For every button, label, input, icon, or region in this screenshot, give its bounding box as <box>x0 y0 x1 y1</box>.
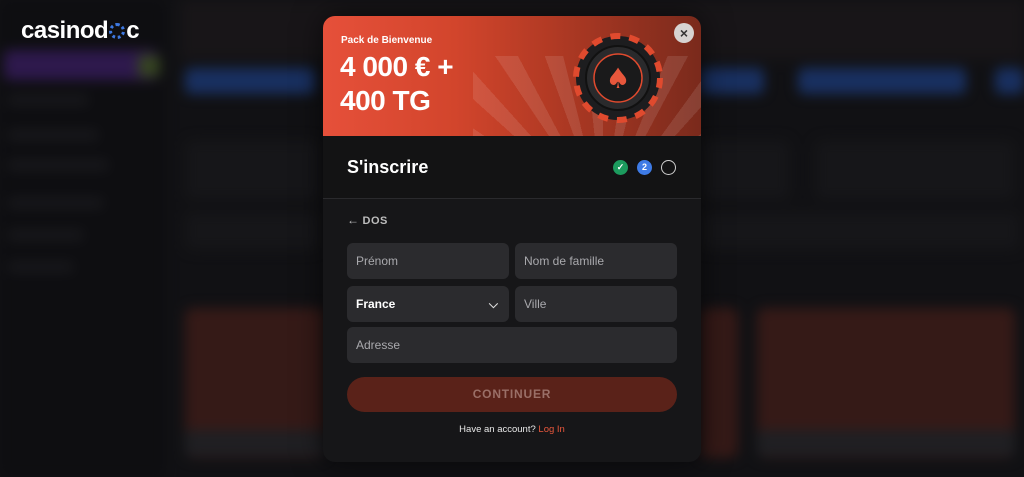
login-link[interactable]: Log In <box>538 424 564 435</box>
modal-title: S'inscrire <box>347 157 429 177</box>
welcome-banner: Pack de Bienvenue 4 000 € + 400 TG ♠ × <box>323 16 701 136</box>
login-prompt: Have an account? Log In <box>323 424 701 435</box>
address-input[interactable] <box>347 327 677 363</box>
continue-button[interactable]: CONTINUER <box>347 377 677 412</box>
city-input[interactable] <box>515 286 677 322</box>
banner-amount-line2: 400 TG <box>340 85 431 116</box>
arrow-left-icon: ← <box>347 213 360 227</box>
banner-amount-line1: 4 000 € + <box>340 51 454 82</box>
svg-text:♠: ♠ <box>605 62 630 95</box>
brand-logo[interactable]: casinod c <box>21 17 140 45</box>
banner-subtitle: Pack de Bienvenue <box>341 35 433 46</box>
first-name-input[interactable] <box>347 243 509 279</box>
step-3-indicator <box>661 160 676 175</box>
logo-text-end: c <box>126 17 140 44</box>
back-label: DOS <box>362 215 388 227</box>
poker-chip-icon: ♠ <box>573 33 663 123</box>
country-value: France <box>356 297 396 311</box>
logo-text: casinod <box>21 17 109 44</box>
banner-amount: 4 000 € + 400 TG <box>340 50 454 118</box>
step-1-check-icon: ✓ <box>613 160 628 175</box>
chip-icon <box>109 23 126 39</box>
modal-header: S'inscrire ✓ 2 <box>323 136 701 199</box>
chevron-down-icon: ⌵ <box>488 297 498 311</box>
country-select[interactable]: France ⌵ <box>347 286 509 322</box>
last-name-input[interactable] <box>515 243 677 279</box>
step-2-indicator: 2 <box>637 160 652 175</box>
account-prompt-text: Have an account? <box>459 424 536 435</box>
signup-modal: Pack de Bienvenue 4 000 € + 400 TG ♠ × S… <box>323 16 701 462</box>
back-link[interactable]: ← DOS <box>347 213 388 227</box>
close-button[interactable]: × <box>674 23 694 43</box>
